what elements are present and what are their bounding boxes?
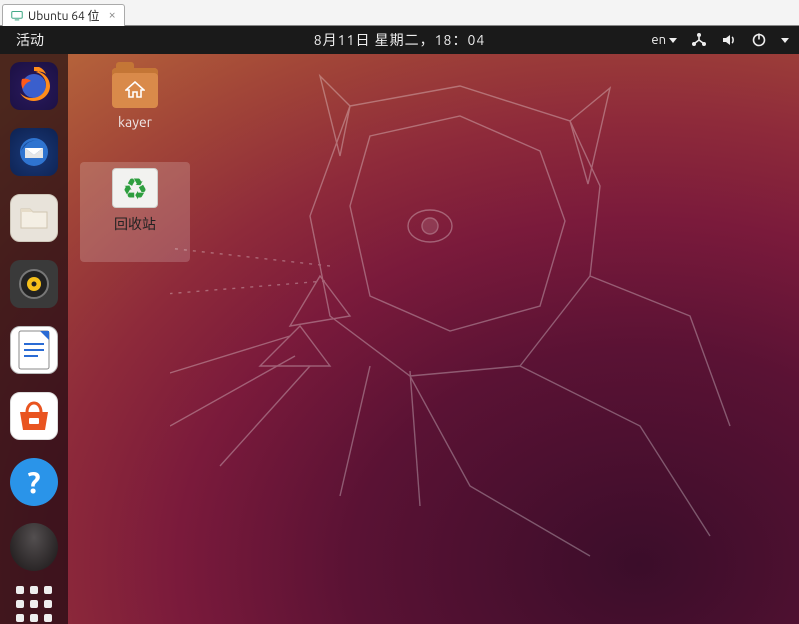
monitor-icon	[11, 10, 23, 22]
chevron-down-icon	[781, 38, 789, 43]
chevron-down-icon	[669, 38, 677, 43]
dock-item-help[interactable]: ?	[10, 458, 58, 506]
recycle-icon: ♻	[124, 172, 146, 204]
close-icon[interactable]: ×	[109, 9, 116, 22]
trash-icon: ♻	[112, 168, 158, 208]
input-source-indicator[interactable]: en	[651, 33, 677, 47]
vm-tab-title: Ubuntu 64 位	[28, 7, 100, 24]
firefox-icon	[10, 62, 58, 110]
dock-item-firefox[interactable]	[10, 62, 58, 110]
vm-tab[interactable]: Ubuntu 64 位 ×	[2, 4, 125, 26]
ubuntu-software-icon	[10, 392, 58, 440]
files-icon	[10, 194, 58, 242]
house-icon	[125, 81, 145, 99]
libreoffice-writer-icon	[10, 326, 58, 374]
desktop-screen: 活动 8月11日 星期二，18：04 en	[0, 26, 799, 624]
dock-item-files[interactable]	[10, 194, 58, 242]
dock-item-writer[interactable]	[10, 326, 58, 374]
volume-icon	[721, 32, 737, 48]
dock-item-software[interactable]	[10, 392, 58, 440]
app-icon	[10, 523, 58, 571]
dock-item-partial[interactable]	[10, 524, 58, 550]
home-folder-icon	[112, 68, 158, 108]
clock[interactable]: 8月11日 星期二，18：04	[314, 30, 485, 50]
dock: ?	[0, 54, 68, 624]
vm-tab-bar: Ubuntu 64 位 ×	[0, 0, 799, 26]
network-icon	[691, 32, 707, 48]
power-icon	[751, 32, 767, 48]
input-source-label: en	[651, 33, 666, 47]
desktop-icons: kayer ♻ 回收站	[80, 62, 200, 262]
activities-button[interactable]: 活动	[10, 28, 50, 52]
desktop-icon-home[interactable]: kayer	[80, 62, 190, 162]
help-icon: ?	[10, 458, 58, 506]
dock-item-thunderbird[interactable]	[10, 128, 58, 176]
dock-item-rhythmbox[interactable]	[10, 260, 58, 308]
show-applications-button[interactable]	[13, 586, 55, 622]
gnome-top-bar: 活动 8月11日 星期二，18：04 en	[0, 26, 799, 54]
desktop-icon-label: 回收站	[114, 214, 156, 234]
thunderbird-icon	[10, 128, 58, 176]
wallpaper-art	[170, 66, 770, 586]
status-area[interactable]: en	[651, 32, 789, 48]
desktop-icon-trash[interactable]: ♻ 回收站	[80, 162, 190, 262]
desktop-icon-label: kayer	[118, 114, 152, 130]
rhythmbox-icon	[10, 260, 58, 308]
